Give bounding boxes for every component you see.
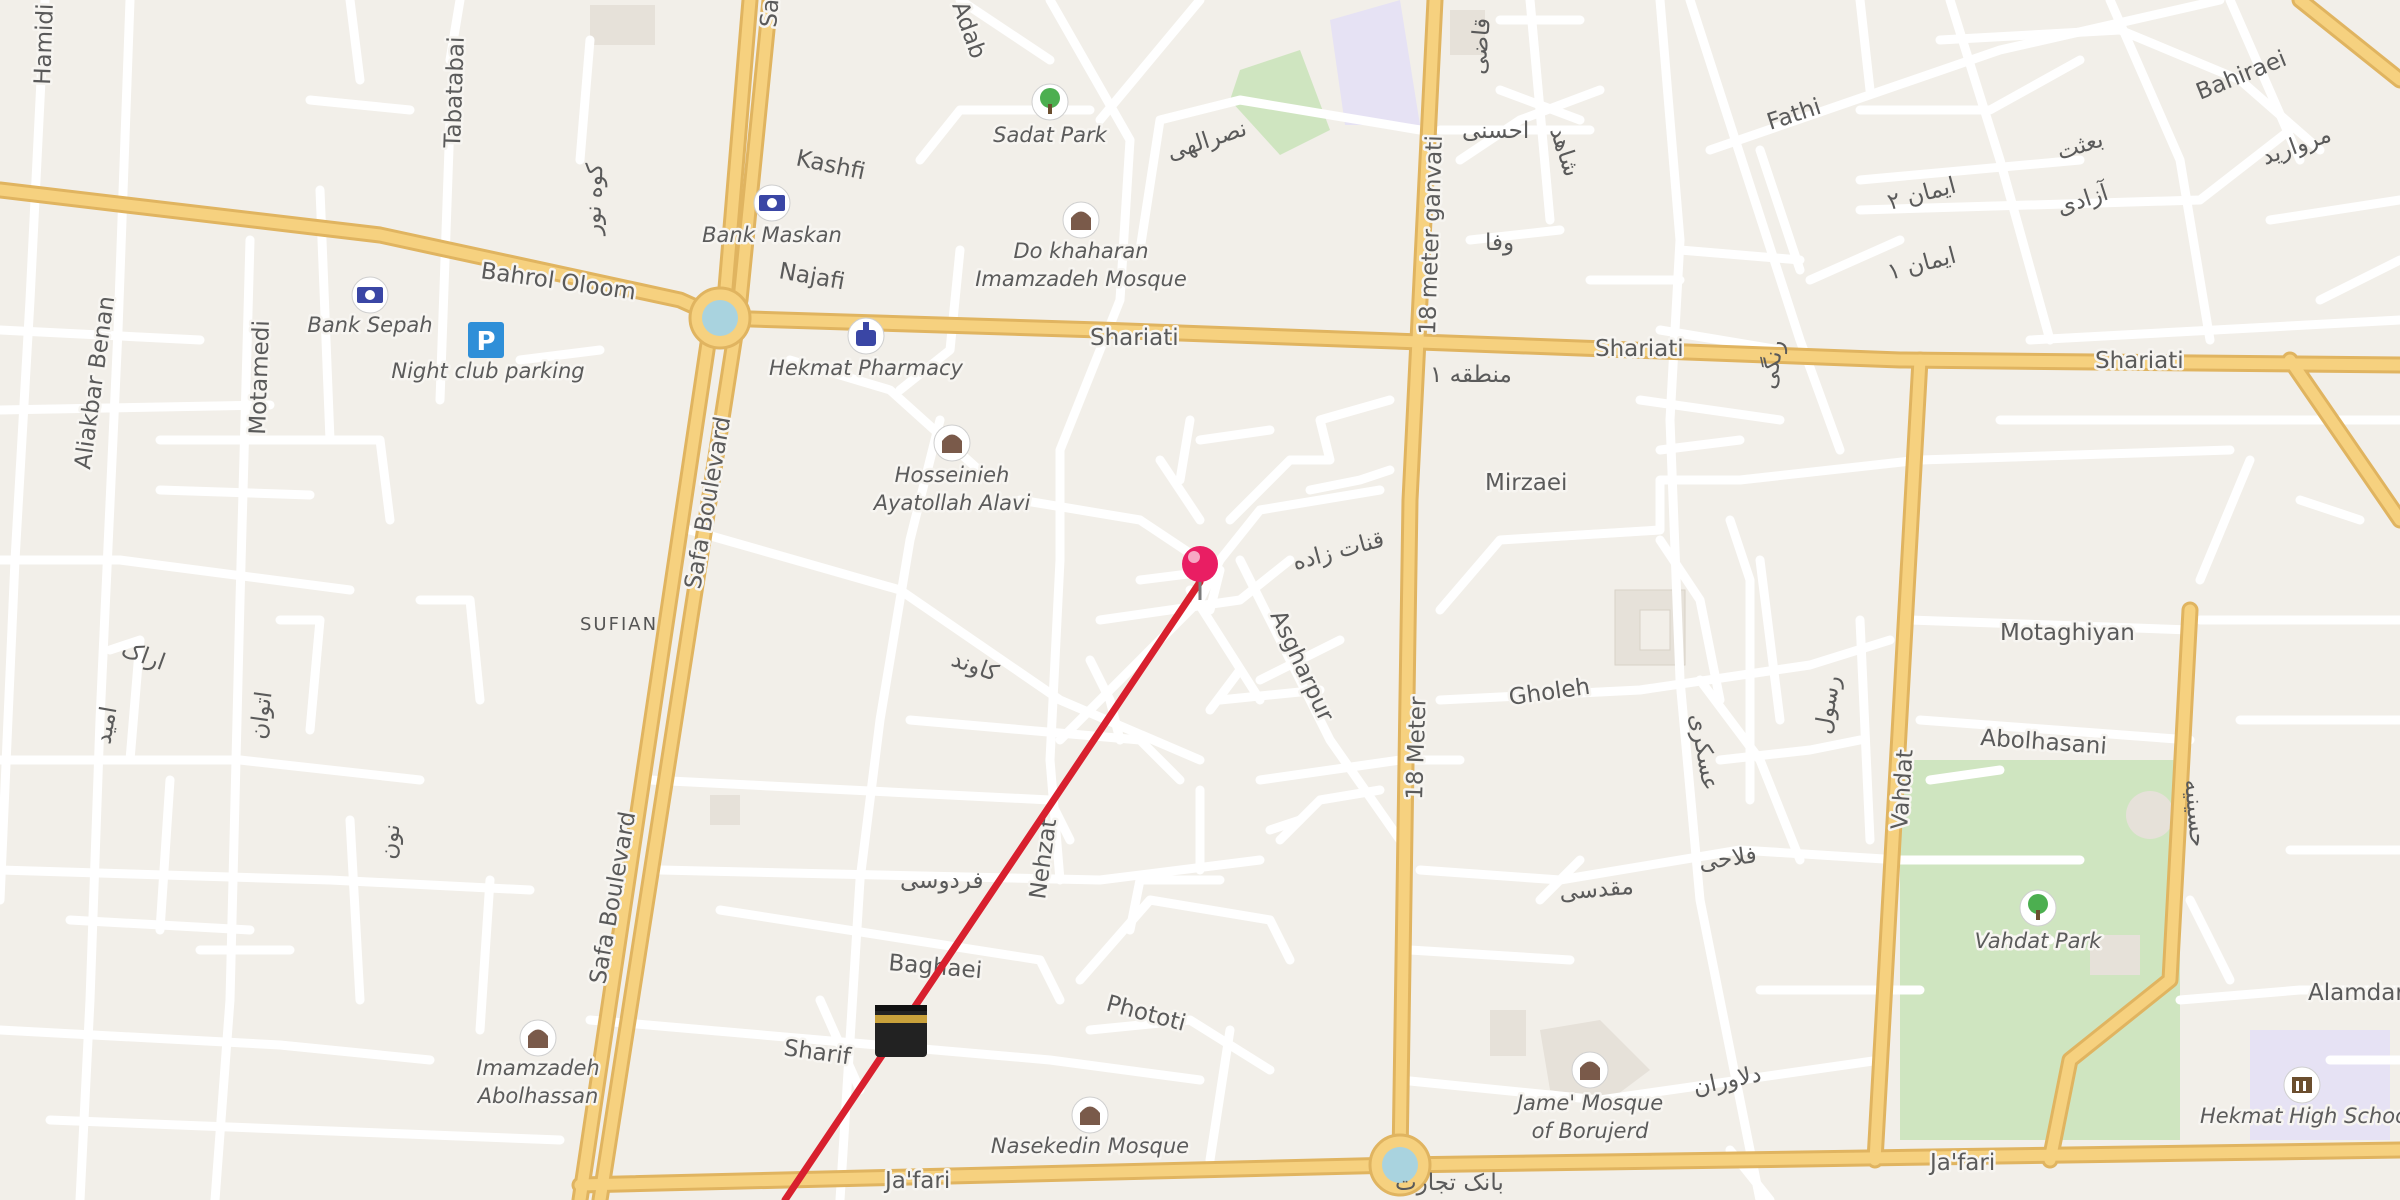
road-label-jafari-2: Ja'fari <box>1928 1150 1995 1176</box>
park-icon <box>2019 889 2057 927</box>
poi-label: Abolhassan <box>476 1084 599 1108</box>
bank-icon <box>753 184 791 222</box>
area-label-sufian: SUFIAN <box>580 614 658 635</box>
poi-imamzadeh-abolhassan[interactable]: Imamzadeh Abolhassan <box>473 1019 602 1111</box>
poi-label: Hosseinieh <box>895 463 1010 487</box>
school-area <box>1330 0 1420 125</box>
road-label-kashfi: Kashfi <box>794 145 868 185</box>
poi-bank-maskan[interactable]: Bank Maskan <box>700 184 844 250</box>
poi-label: Ayatollah Alavi <box>872 491 1031 515</box>
school-icon <box>2283 1066 2321 1104</box>
road-label-asgharpur: Asgharpur <box>1265 607 1339 726</box>
road-label-hamidi: Hamidi <box>30 3 59 85</box>
road-label-ar-24: قاضی <box>1465 17 1496 76</box>
poi-sadat-park[interactable]: Sadat Park <box>991 83 1110 150</box>
road-label-ar-3: وفا <box>1485 230 1514 256</box>
road-label-ar-19: اتوان <box>245 690 277 741</box>
road-label-ar-21: اراک <box>118 636 169 676</box>
poi-label: Jame' Mosque <box>1513 1091 1663 1115</box>
road-label-motaghiyan: Motaghiyan <box>2000 620 2135 646</box>
poi-label: Imamzadeh <box>476 1056 599 1080</box>
road-label-motamedi: Motamedi <box>245 320 275 435</box>
road-label-18-meter-ganvati: 18 meter ganvati <box>1415 135 1448 335</box>
poi-label: Hekmat Pharmacy <box>769 356 963 380</box>
poi-label: Vahdat Park <box>1975 929 2102 953</box>
poi-nasekedin-mosque[interactable]: Nasekedin Mosque <box>988 1096 1192 1161</box>
road-label-ar-20: نون <box>375 822 406 860</box>
parking-icon: P <box>468 322 504 358</box>
poi-label: Imamzadeh Mosque <box>975 267 1187 291</box>
road-label-gholeh: Gholeh <box>1507 674 1591 711</box>
poi-label: Hekmat High School <box>2200 1104 2400 1128</box>
mosque-icon <box>519 1019 557 1057</box>
road-label-ar-22: امید <box>90 704 122 746</box>
poi-label: Sadat Park <box>993 123 1107 147</box>
road-label-alamdar: Alamdar <box>2308 980 2400 1006</box>
map-canvas[interactable]: Shariati Shariati Shariati Safa Boulevar… <box>0 0 2400 1200</box>
poi-label: of Borujerd <box>1532 1119 1650 1143</box>
poi-label: Bank Maskan <box>702 223 842 247</box>
mosque-icon <box>1571 1051 1609 1089</box>
poi-label: Bank Sepah <box>307 313 432 337</box>
road-label-ar-23: کوه نور <box>580 163 609 236</box>
pharmacy-icon <box>847 317 885 355</box>
road-label-jafari: Ja'fari <box>883 1168 950 1194</box>
road-label-ar-11: بانک تجارت <box>1395 1170 1504 1196</box>
road-label-sa: Sa <box>756 0 784 29</box>
road-label-fathi: Fathi <box>1764 94 1825 136</box>
road-label-ar-13: ایمان ۱ <box>1885 243 1959 286</box>
svg-text:P: P <box>476 327 495 357</box>
road-label-ar-9: دلاوران <box>1691 1061 1764 1101</box>
road-label-najafi: Najafi <box>777 258 847 295</box>
road-label-adab: Adab <box>946 0 990 62</box>
road-label-tabatabai: Tabatabai <box>440 36 470 149</box>
road-label-mirzaei: Mirzaei <box>1485 470 1567 496</box>
road-label-ar-1: نصرالهی <box>1164 116 1250 166</box>
road-label-ar-26: رسول <box>1810 673 1846 736</box>
poi-do-khaharan-mosque[interactable]: Do khaharan Imamzadeh Mosque <box>973 201 1189 294</box>
road-label-ar-10: فلاحی <box>1697 842 1758 876</box>
road-label-ar-8: مقدسی <box>1558 874 1634 906</box>
kaaba-icon[interactable] <box>875 1005 927 1057</box>
road-label-ar-7: فردوسی <box>900 868 983 894</box>
mosque-icon <box>1071 1096 1109 1134</box>
road-label-shariati-2: Shariati <box>1595 336 1684 362</box>
road-label-shariati: Shariati <box>1090 325 1179 351</box>
park-icon <box>1031 83 1069 121</box>
mosque-icon <box>1062 201 1100 239</box>
road-label-ar-2: احسنی <box>1462 118 1529 144</box>
road-label-ar-4: منطقه ۱ <box>1430 362 1512 388</box>
poi-hosseinieh[interactable]: Hosseinieh Ayatollah Alavi <box>869 424 1033 518</box>
bank-icon <box>351 276 389 314</box>
road-label-18-meter: 18 Meter <box>1402 696 1432 801</box>
poi-label: Do khaharan <box>1013 239 1148 263</box>
road-label-ar-15: آزادی <box>2053 177 2113 220</box>
road-label-ar-5: قنات زاده <box>1290 526 1387 575</box>
road-label-shariati-3: Shariati <box>2095 348 2184 374</box>
mosque-icon <box>933 424 971 462</box>
poi-label: Night club parking <box>391 359 584 383</box>
poi-label: Nasekedin Mosque <box>991 1134 1189 1158</box>
